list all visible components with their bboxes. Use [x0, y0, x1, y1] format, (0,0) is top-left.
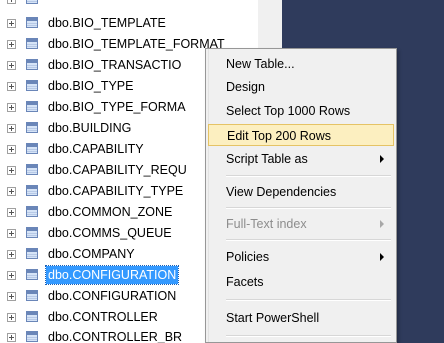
tree-item-label[interactable]: dbo.BIO_TYPE_FORMA — [46, 98, 188, 116]
menu-item-label: Full-Text index — [226, 217, 307, 231]
tree-item-label[interactable]: dbo.BIO_TRANSACTIO — [46, 56, 183, 74]
table-icon — [26, 227, 38, 238]
menu-item-label: View Dependencies — [226, 185, 337, 199]
submenu-arrow-icon — [380, 155, 384, 163]
tree-item-label[interactable]: dbo.CONTROLLER — [46, 308, 160, 326]
menu-separator — [226, 207, 391, 209]
menu-item-full-text-index[interactable]: Full-Text index — [208, 213, 394, 235]
tree-item-label[interactable]: dbo.BIO_TYPE — [46, 77, 135, 95]
expand-icon[interactable] — [7, 40, 16, 49]
expand-icon[interactable] — [7, 124, 16, 133]
expand-icon[interactable] — [7, 271, 16, 280]
tree-item-label[interactable]: dbo.COMMS_QUEUE — [46, 224, 174, 242]
tree-item-label[interactable]: dbo.BIO_TEMPLATE_FORMAT — [46, 35, 227, 53]
table-icon — [26, 101, 38, 112]
tree-item-label[interactable]: dbo.COMPANY — [46, 245, 137, 263]
table-icon — [26, 311, 38, 322]
menu-separator — [226, 335, 391, 337]
expand-icon[interactable] — [7, 166, 16, 175]
table-icon — [26, 248, 38, 259]
menu-separator — [226, 239, 391, 241]
menu-item-policies[interactable]: Policies — [208, 246, 394, 268]
menu-item-facets[interactable]: Facets — [208, 271, 394, 293]
menu-item-edit-top-rows[interactable]: Edit Top 200 Rows — [208, 124, 394, 146]
tree-item-label[interactable]: dbo.CAPABILITY — [46, 140, 146, 158]
expand-icon[interactable] — [7, 187, 16, 196]
menu-separator — [226, 299, 391, 301]
expand-icon[interactable] — [7, 0, 16, 4]
table-icon — [26, 206, 38, 217]
expand-icon[interactable] — [7, 229, 16, 238]
table-icon — [26, 290, 38, 301]
menu-item-design[interactable]: Design — [208, 76, 394, 98]
menu-item-script-table-as[interactable]: Script Table as — [208, 148, 394, 170]
table-icon — [26, 143, 38, 154]
table-icon — [26, 185, 38, 196]
tree-item-label[interactable]: dbo.BIO_TEMPLATE — [46, 14, 168, 32]
menu-item-label: Facets — [226, 275, 264, 289]
menu-item-label: Policies — [226, 250, 270, 264]
expand-icon[interactable] — [7, 61, 16, 70]
table-icon — [26, 38, 38, 49]
table-icon — [26, 164, 38, 175]
expand-icon[interactable] — [7, 208, 16, 217]
expand-icon[interactable] — [7, 19, 16, 28]
menu-item-new-table[interactable]: New Table... — [208, 53, 394, 75]
table-icon — [26, 59, 38, 70]
tree-item-label[interactable]: dbo.CAPABILITY_REQU — [46, 161, 189, 179]
expand-icon[interactable] — [7, 82, 16, 91]
menu-item-select-top-rows[interactable]: Select Top 1000 Rows — [208, 100, 394, 122]
menu-item-start-powershell[interactable]: Start PowerShell — [208, 307, 394, 329]
expand-icon[interactable] — [7, 292, 16, 301]
expand-icon[interactable] — [7, 313, 16, 322]
submenu-arrow-icon — [380, 253, 384, 261]
expand-icon[interactable] — [7, 333, 16, 342]
tree-item-label[interactable]: dbo.BUILDING — [46, 119, 133, 137]
expand-icon[interactable] — [7, 250, 16, 259]
tree-item-label[interactable]: dbo.CONFIGURATION — [44, 265, 180, 285]
expand-icon[interactable] — [7, 145, 16, 154]
tree-item-label[interactable]: dbo.CONFIGURATION — [46, 287, 178, 305]
expand-icon[interactable] — [7, 103, 16, 112]
menu-separator — [226, 175, 391, 177]
submenu-arrow-icon — [380, 220, 384, 228]
table-icon — [26, 17, 38, 28]
tree-item-label[interactable]: dbo.CAPABILITY_TYPE — [46, 182, 185, 200]
menu-item-label: Select Top 1000 Rows — [226, 104, 351, 118]
table-icon — [26, 122, 38, 133]
tree-item-label[interactable]: dbo.CONTROLLER_BR — [46, 328, 184, 343]
tree-item-label[interactable]: dbo.COMMON_ZONE — [46, 203, 174, 221]
menu-item-label: Design — [226, 80, 265, 94]
table-icon — [26, 80, 38, 91]
table-icon — [26, 269, 38, 280]
menu-item-label: Edit Top 200 Rows — [227, 129, 331, 143]
menu-item-label: Start PowerShell — [226, 311, 320, 325]
table-icon — [26, 0, 38, 4]
menu-item-view-dependencies[interactable]: View Dependencies — [208, 181, 394, 203]
table-icon — [26, 331, 38, 342]
menu-item-label: New Table... — [226, 57, 295, 71]
context-menu: New Table... Design Select Top 1000 Rows… — [205, 48, 397, 343]
menu-item-label: Script Table as — [226, 152, 308, 166]
